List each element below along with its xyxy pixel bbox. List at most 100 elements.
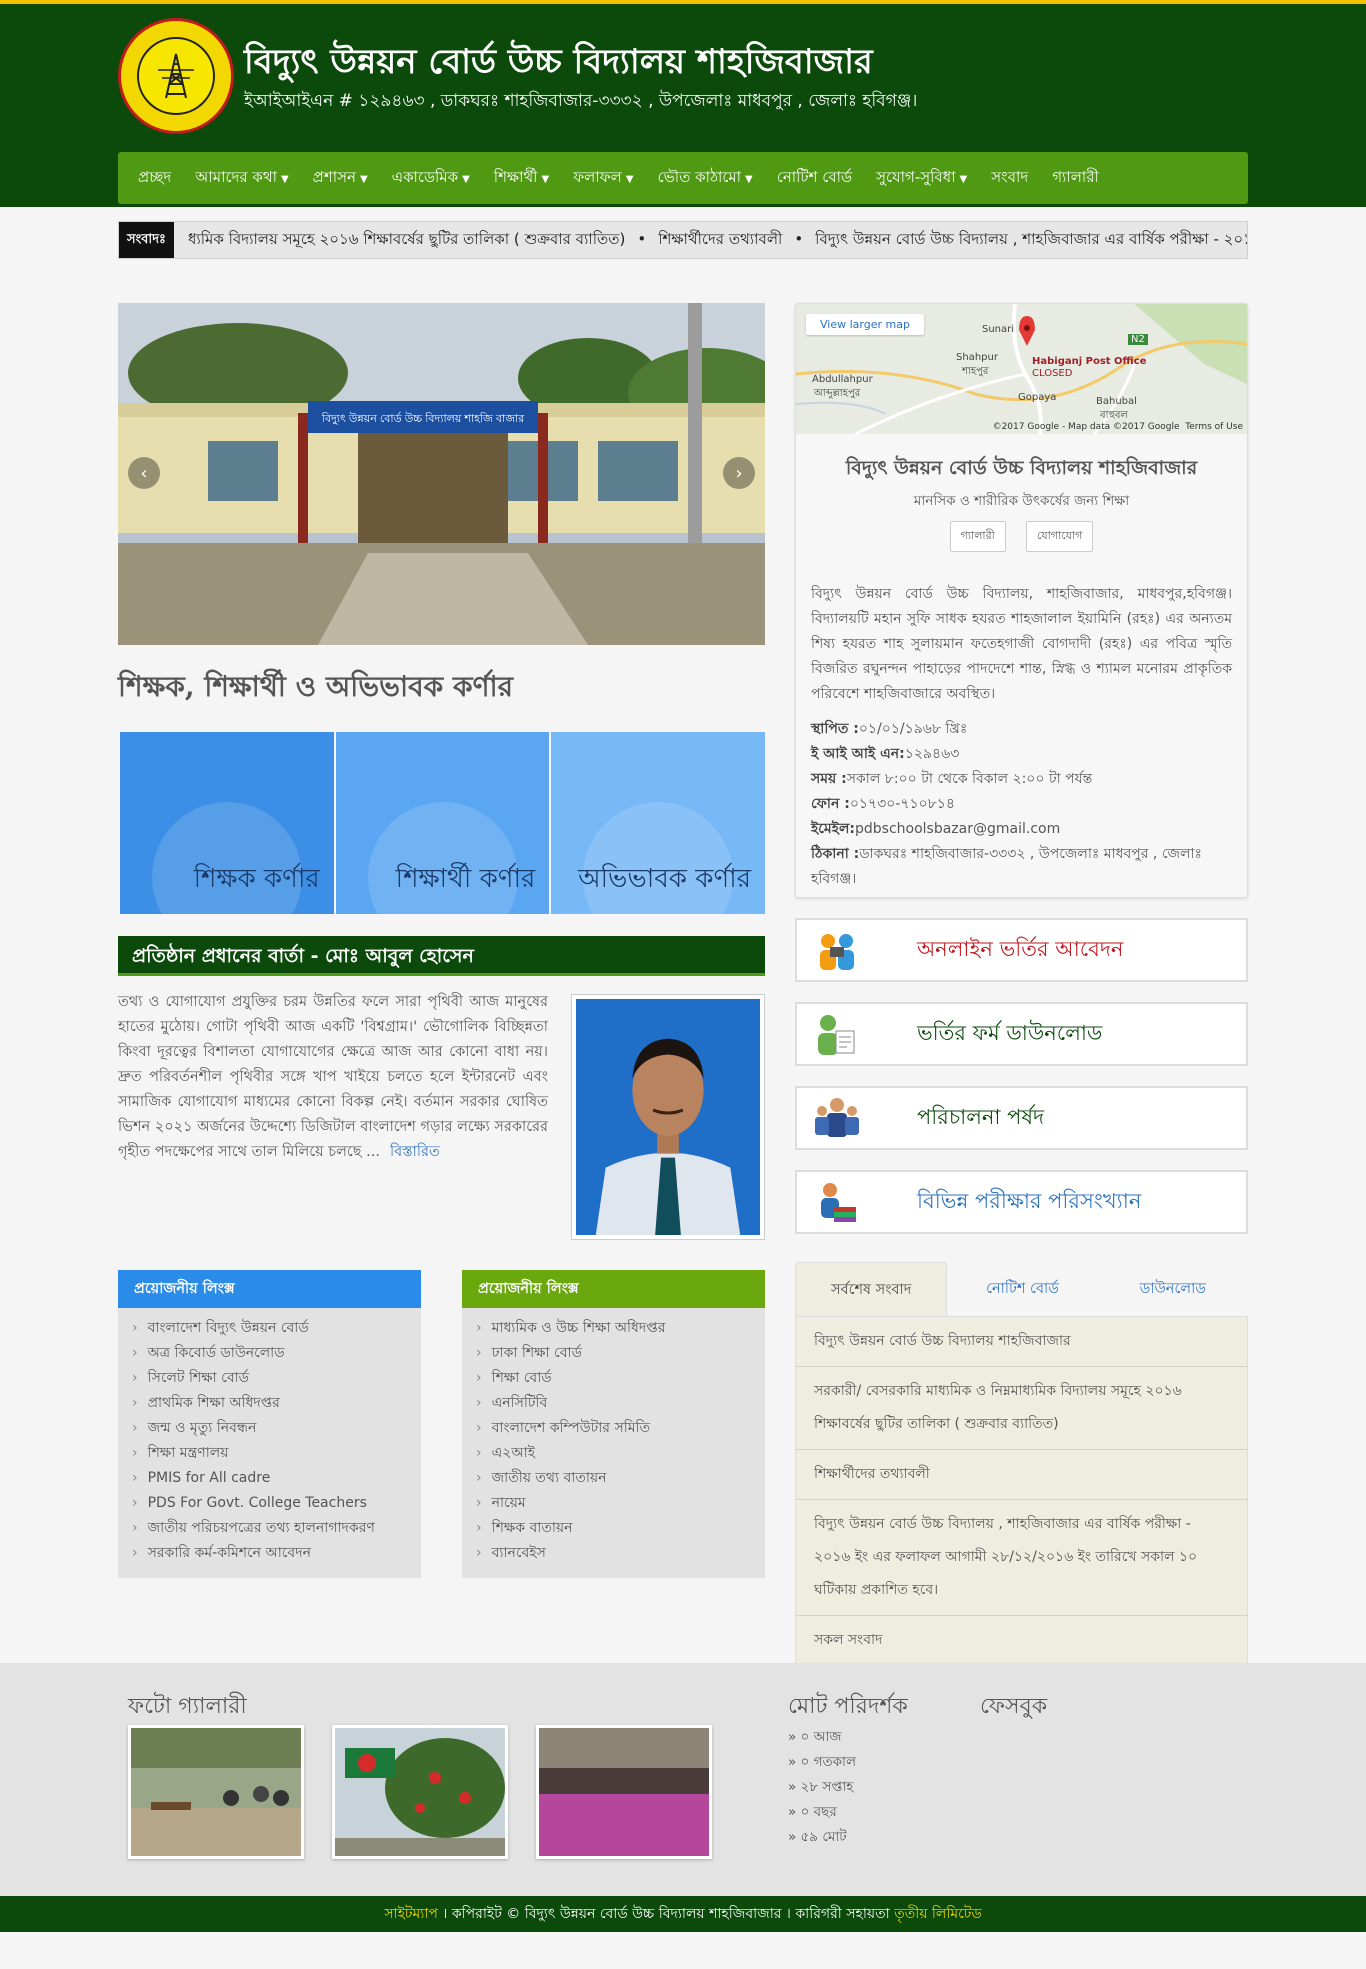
school-logo[interactable]: [118, 18, 234, 134]
gallery-photo[interactable]: [332, 1725, 508, 1859]
slider-prev-button[interactable]: ‹: [128, 457, 160, 489]
nav-item[interactable]: সুযোগ-সুবিধা ▼: [864, 166, 979, 191]
nav-item[interactable]: প্রশাসন ▼: [301, 166, 380, 191]
right-column: View larger map Sunari Shahpur শাহপুর Ab…: [795, 303, 1248, 1667]
nav-item[interactable]: নোটিশ বোর্ড: [765, 166, 864, 191]
link-item[interactable]: অত্র কিবোর্ড ডাউনলোড: [132, 1341, 421, 1366]
contact-button[interactable]: যোগাযোগ: [1025, 521, 1094, 552]
action-box[interactable]: বিভিন্ন পরীক্ষার পরিসংখ্যান: [795, 1170, 1248, 1234]
corner-tile[interactable]: শিক্ষক কর্ণার: [120, 732, 334, 914]
link-item[interactable]: এনসিটিবি: [476, 1391, 765, 1416]
link-item[interactable]: সরকারি কর্ম-কমিশনে আবেদন: [132, 1541, 421, 1566]
nav-item[interactable]: সংবাদ: [979, 166, 1040, 191]
links-box-left: প্রয়োজনীয় লিংক্স বাংলাদেশ বিদ্যুৎ উন্ন…: [118, 1270, 421, 1578]
fact-value: ০১/০১/১৯৬৮ খ্রিঃ: [858, 721, 968, 737]
news-item[interactable]: সকল সংবাদ: [796, 1616, 1247, 1666]
news-item[interactable]: বিদ্যুৎ উন্নয়ন বোর্ড উচ্চ বিদ্যালয় শাহ…: [796, 1317, 1247, 1367]
link-item[interactable]: জাতীয় তথ্য বাতায়ন: [476, 1466, 765, 1491]
read-more-link[interactable]: বিস্তারিত: [390, 1144, 440, 1160]
link-item[interactable]: এ২আই: [476, 1441, 765, 1466]
link-item[interactable]: মাধ্যমিক ও উচ্চ শিক্ষা অধিদপ্তর: [476, 1316, 765, 1341]
link-item[interactable]: শিক্ষক বাতায়ন: [476, 1516, 765, 1541]
nav-item-label: নোটিশ বোর্ড: [776, 167, 853, 186]
gallery-photo[interactable]: [536, 1725, 712, 1859]
tab-2[interactable]: নোটিশ বোর্ড: [947, 1262, 1097, 1316]
fact-row: স্থাপিত :০১/০১/১৯৬৮ খ্রিঃ: [811, 717, 1232, 742]
link-item[interactable]: বাংলাদেশ কম্পিউটার সমিতি: [476, 1416, 765, 1441]
fact-value: ০১৭৩০-৭১০৮১৪: [849, 796, 955, 812]
fact-value: ১২৯৪৬৩: [904, 746, 960, 762]
school-info-card: View larger map Sunari Shahpur শাহপুর Ab…: [795, 303, 1248, 898]
ticker-item[interactable]: বিদ্যুৎ উন্নয়ন বোর্ড উচ্চ বিদ্যালয় , শ…: [815, 230, 1247, 248]
link-item[interactable]: PMIS for All cadre: [132, 1466, 421, 1491]
link-item[interactable]: বাংলাদেশ বিদ্যুৎ উন্নয়ন বোর্ড: [132, 1316, 421, 1341]
corner-tile[interactable]: অভিভাবক কর্ণার: [551, 732, 766, 914]
action-box-label: অনলাইন ভর্তির আবেদন: [917, 936, 1124, 961]
news-item[interactable]: শিক্ষার্থীদের তথ্যাবলী: [796, 1450, 1247, 1500]
link-item[interactable]: সিলেট শিক্ষা বোর্ড: [132, 1366, 421, 1391]
news-tabs: সর্বশেষ সংবাদ নোটিশ বোর্ড ডাউনলোড বিদ্যুৎ …: [795, 1262, 1248, 1667]
site-title[interactable]: বিদ্যুৎ উন্নয়ন বোর্ড উচ্চ বিদ্যালয় শাহ…: [244, 36, 873, 93]
action-box[interactable]: পরিচালনা পর্ষদ: [795, 1086, 1248, 1150]
news-item[interactable]: সরকারী/ বেসরকারি মাধ্যমিক ও নিম্নমাধ্যমি…: [796, 1367, 1247, 1450]
sitemap-link[interactable]: সাইটম্যাপ: [384, 1906, 438, 1922]
google-map[interactable]: View larger map Sunari Shahpur শাহপুর Ab…: [796, 304, 1247, 434]
tower-icon: [137, 37, 215, 115]
map-post-office[interactable]: Habiganj Post Office: [1032, 356, 1146, 367]
links-box-right-title: প্রয়োজনীয় লিংক্স: [462, 1270, 765, 1308]
map-place-label: আব্দুল্লাহপুর: [814, 388, 861, 399]
map-place-label: Abdullahpur: [812, 374, 873, 385]
nav-item[interactable]: ভৌত কাঠামো ▼: [646, 166, 765, 191]
ticker-item[interactable]: ধ্যমিক বিদ্যালয় সমূহে ২০১৬ শিক্ষাবর্ষের…: [188, 230, 625, 248]
link-item[interactable]: নায়েম: [476, 1491, 765, 1516]
caret-down-icon: ▼: [280, 173, 289, 185]
ticker-label: সংবাদঃ: [119, 222, 174, 258]
head-teacher-photo: [571, 994, 765, 1240]
action-box[interactable]: ভর্তির ফর্ম ডাউনলোড: [795, 1002, 1248, 1066]
map-place-label: শাহপুর: [962, 366, 989, 377]
link-item[interactable]: শিক্ষা বোর্ড: [476, 1366, 765, 1391]
gallery-photo[interactable]: [128, 1725, 304, 1859]
map-closed-label: CLOSED: [1032, 368, 1073, 379]
fact-label: ফোন :: [811, 796, 850, 812]
tab-3[interactable]: ডাউনলোড: [1098, 1262, 1248, 1316]
nav-item[interactable]: শিক্ষার্থী ▼: [482, 166, 561, 191]
corner-tile[interactable]: শিক্ষার্থী কর্ণার: [335, 732, 550, 914]
map-terms-link[interactable]: Terms of Use: [1185, 422, 1243, 432]
nav-item-label: আমাদের কথা: [195, 167, 277, 186]
link-item[interactable]: ব্যানবেইস: [476, 1541, 765, 1566]
corner-tile-label: শিক্ষক কর্ণার: [193, 864, 320, 894]
caret-down-icon: ▼: [359, 173, 368, 185]
link-item[interactable]: ঢাকা শিক্ষা বোর্ড: [476, 1341, 765, 1366]
tab-1[interactable]: সর্বশেষ সংবাদ: [795, 1262, 948, 1316]
nav-item-label: ভৌত কাঠামো: [657, 167, 742, 186]
fact-label: ঠিকানা :: [811, 846, 860, 862]
link-item[interactable]: জন্ম ও মৃত্যু নিবন্ধন: [132, 1416, 421, 1441]
nav-item[interactable]: গ্যালারী: [1040, 166, 1111, 191]
nav-item[interactable]: একাডেমিক ▼: [380, 166, 482, 191]
nav-item[interactable]: আমাদের কথা ▼: [183, 166, 300, 191]
caret-down-icon: ▼: [462, 173, 470, 185]
slider-next-button[interactable]: ›: [723, 457, 755, 489]
view-larger-map-button[interactable]: View larger map: [806, 314, 924, 335]
fact-label: ই আই আই এন:: [811, 746, 905, 762]
action-box[interactable]: অনলাইন ভর্তির আবেদন: [795, 918, 1248, 982]
link-item[interactable]: জাতীয় পরিচয়পত্রের তথ্য হালনাগাদকরণ: [132, 1516, 421, 1541]
news-item[interactable]: বিদ্যুৎ উন্নয়ন বোর্ড উচ্চ বিদ্যালয় , শ…: [796, 1500, 1247, 1616]
nav-item-label: সুযোগ-সুবিধা: [876, 167, 956, 186]
developer-link[interactable]: তৃতীয় লিমিটেড: [894, 1906, 982, 1922]
nav-item[interactable]: ফলাফল ▼: [561, 166, 645, 191]
nav-item[interactable]: প্রচ্ছদ: [126, 166, 183, 191]
ticker-item[interactable]: শিক্ষার্থীদের তথ্যাবলী: [658, 230, 782, 248]
link-item[interactable]: শিক্ষা মন্ত্রণালয়: [132, 1441, 421, 1466]
gallery-button[interactable]: গ্যালারী: [949, 521, 1006, 552]
caret-down-icon: ▼: [959, 173, 968, 185]
fact-label: স্থাপিত :: [811, 721, 859, 737]
map-credit-text: ©2017 Google - Map data ©2017 Google: [992, 422, 1180, 432]
link-item[interactable]: PDS For Govt. College Teachers: [132, 1491, 421, 1516]
link-item[interactable]: প্রাথমিক শিক্ষা অধিদপ্তর: [132, 1391, 421, 1416]
photo-gallery-title: ফটো গ্যালারী: [128, 1694, 247, 1719]
fact-label: ইমেইল:: [811, 821, 855, 837]
tab-row: সর্বশেষ সংবাদ নোটিশ বোর্ড ডাউনলোড: [795, 1262, 1248, 1316]
main-content: বিদ্যুৎ উন্নয়ন বোর্ড উচ্চ বিদ্যালয় শাহ…: [118, 303, 1248, 1667]
